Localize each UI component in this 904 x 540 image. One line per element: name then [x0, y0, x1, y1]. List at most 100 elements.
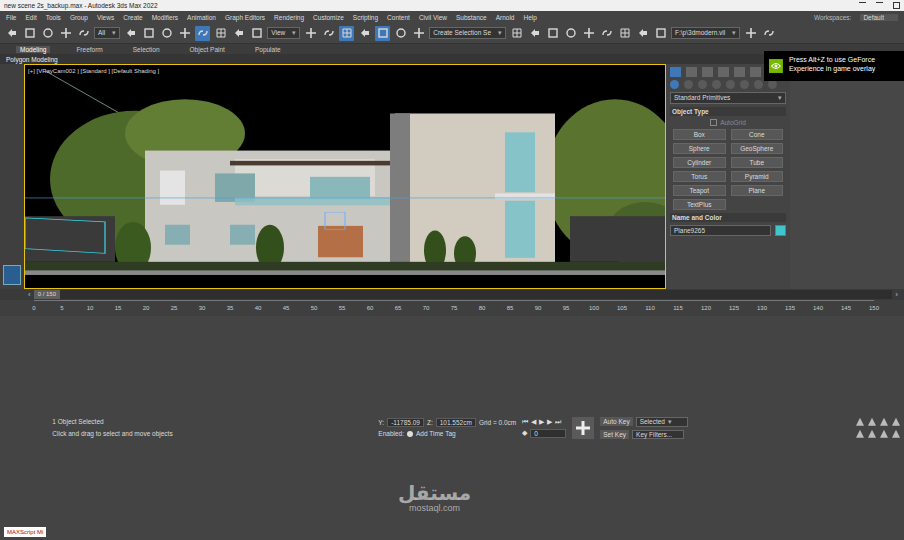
menu-item[interactable]: Create [123, 14, 143, 21]
toolbar-button[interactable] [231, 26, 246, 41]
object-color-swatch[interactable] [775, 225, 786, 236]
primitive-button[interactable]: Cone [731, 129, 784, 140]
autogrid-checkbox[interactable]: AutoGrid [670, 119, 786, 126]
menu-item[interactable]: File [6, 14, 16, 21]
next-frame-icon[interactable]: ▶ [547, 418, 552, 426]
toolbar-button[interactable] [141, 26, 156, 41]
menu-item[interactable]: Rendering [274, 14, 304, 21]
primitive-button[interactable]: Plane [731, 185, 784, 196]
category-icon[interactable] [684, 80, 693, 89]
category-icon[interactable] [740, 80, 749, 89]
toolbar-button[interactable] [761, 26, 776, 41]
menu-item[interactable]: Customize [313, 14, 344, 21]
toolbar-button[interactable] [411, 26, 426, 41]
primitive-button[interactable]: Tube [731, 157, 784, 168]
menu-item[interactable]: Arnold [496, 14, 515, 21]
set-key-icon[interactable] [572, 417, 594, 439]
set-key-button[interactable]: Set Key [600, 430, 629, 439]
toolbar-dropdown[interactable]: All▾ [94, 27, 120, 39]
toolbar-button[interactable] [581, 26, 596, 41]
ribbon-tab[interactable]: Selection [129, 46, 164, 53]
toolbar-dropdown[interactable]: Create Selection Se▾ [429, 27, 506, 39]
toolbar-button[interactable] [213, 26, 228, 41]
toolbar-dropdown[interactable]: F:\p\3dmodern.vil▾ [671, 27, 740, 39]
toolbar-button[interactable] [743, 26, 758, 41]
category-icon[interactable] [768, 80, 777, 89]
navigation-icon[interactable] [880, 418, 888, 426]
category-icon[interactable] [754, 80, 763, 89]
next-icon[interactable]: › [895, 290, 898, 299]
viewport[interactable]: [+] [VRayCam002 ] [Standard ] [Default S… [24, 64, 666, 289]
panel-tab-icon[interactable] [670, 67, 681, 77]
previous-frame-icon[interactable]: ◀ [531, 418, 536, 426]
track-bar[interactable]: 0510152025303540455055606570758085909510… [0, 300, 904, 316]
toolbar-button[interactable] [321, 26, 336, 41]
toolbar-button[interactable] [58, 26, 73, 41]
category-icon[interactable] [712, 80, 721, 89]
ribbon-tab[interactable]: Modeling [16, 46, 50, 53]
toolbar-button[interactable] [617, 26, 632, 41]
panel-tab-icon[interactable] [734, 67, 745, 77]
primitive-button[interactable]: Teapot [673, 185, 726, 196]
toolbar-button[interactable] [249, 26, 264, 41]
minimize-icon[interactable] [859, 2, 866, 3]
navigation-icon[interactable] [892, 430, 900, 438]
toolbar-button[interactable] [195, 26, 210, 41]
key-filters-button[interactable]: Key Filters... [632, 430, 684, 439]
toolbar-button[interactable] [123, 26, 138, 41]
maximize-icon[interactable] [876, 2, 883, 3]
play-icon[interactable]: ▶ [539, 418, 544, 426]
primitive-button[interactable]: Pyramid [731, 171, 784, 182]
panel-tab-icon[interactable] [686, 67, 697, 77]
viewport-label[interactable]: [+] [VRayCam002 ] [Standard ] [Default S… [28, 68, 159, 74]
toolbar-button[interactable] [393, 26, 408, 41]
menu-item[interactable]: Content [387, 14, 410, 21]
primitive-button[interactable]: TextPlus [673, 199, 726, 210]
y-field[interactable]: -11785.09 [387, 418, 424, 427]
primitive-button[interactable]: Box [673, 129, 726, 140]
ribbon-tab[interactable]: Freeform [72, 46, 106, 53]
panel-tab-icon[interactable] [702, 67, 713, 77]
toolbar-button[interactable] [599, 26, 614, 41]
menu-item[interactable]: Scripting [353, 14, 378, 21]
primitives-dropdown[interactable]: Standard Primitives▾ [670, 92, 786, 104]
category-icon[interactable] [698, 80, 707, 89]
navigation-icon[interactable] [892, 418, 900, 426]
navigation-icon[interactable] [856, 430, 864, 438]
toolbar-button[interactable] [653, 26, 668, 41]
primitive-button[interactable]: Torus [673, 171, 726, 182]
menu-item[interactable]: Animation [187, 14, 216, 21]
close-icon[interactable] [893, 2, 900, 9]
viewport-layout-icon[interactable] [3, 265, 21, 285]
primitive-button[interactable]: Sphere [673, 143, 726, 154]
toolbar-button[interactable] [509, 26, 524, 41]
toolbar-button[interactable] [563, 26, 578, 41]
z-field[interactable]: 101.552cm [436, 418, 476, 427]
menu-item[interactable]: Modifiers [152, 14, 178, 21]
menu-item[interactable]: Group [70, 14, 88, 21]
toolbar-button[interactable] [159, 26, 174, 41]
maxscript-listener[interactable]: MAXScript Mi [4, 527, 46, 537]
toolbar-button[interactable] [357, 26, 372, 41]
current-frame-field[interactable]: 0 [530, 429, 566, 438]
menu-item[interactable]: Tools [46, 14, 61, 21]
menu-item[interactable]: Help [523, 14, 536, 21]
polygon-modeling-label[interactable]: Polygon Modeling [6, 56, 58, 63]
rollout-header[interactable]: Object Type [670, 107, 786, 116]
go-to-end-icon[interactable]: ⏭ [555, 418, 561, 426]
toolbar-button[interactable] [22, 26, 37, 41]
object-name-field[interactable]: Plane9265 [670, 225, 771, 236]
toolbar-button[interactable] [40, 26, 55, 41]
go-to-start-icon[interactable]: ⏮ [522, 418, 528, 426]
category-icon[interactable] [726, 80, 735, 89]
menu-item[interactable]: Civil View [419, 14, 447, 21]
toolbar-button[interactable] [375, 26, 390, 41]
toolbar-button[interactable] [527, 26, 542, 41]
category-icon[interactable] [670, 80, 679, 89]
menu-item[interactable]: Graph Editors [225, 14, 265, 21]
primitive-button[interactable]: Cylinder [673, 157, 726, 168]
toolbar-button[interactable] [177, 26, 192, 41]
auto-key-button[interactable]: Auto Key [600, 417, 632, 426]
toolbar-button[interactable] [76, 26, 91, 41]
enabled-toggle-icon[interactable] [407, 431, 413, 437]
